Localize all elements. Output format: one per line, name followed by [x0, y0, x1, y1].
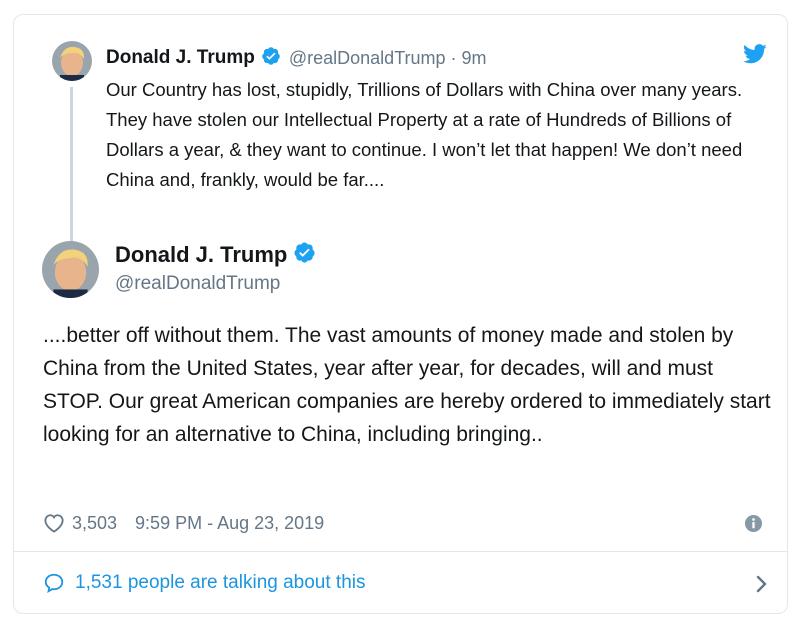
embedded-tweet-card: Donald J. Trump @realDonaldTrump · 9m Ou…	[13, 14, 788, 614]
verified-badge-icon	[261, 46, 281, 71]
twitter-bird-icon[interactable]	[743, 43, 767, 65]
talking-about-text[interactable]: 1,531 people are talking about this	[75, 572, 366, 594]
separator-dot: ·	[450, 47, 457, 68]
main-tweet-header: Donald J. Trump	[115, 241, 316, 269]
info-icon[interactable]	[744, 514, 763, 533]
like-count[interactable]: 3,503	[72, 513, 117, 534]
author-name[interactable]: Donald J. Trump	[106, 47, 255, 69]
speech-bubble-icon	[43, 572, 65, 594]
verified-badge-icon	[293, 241, 316, 269]
tweet-time[interactable]: 9m	[462, 48, 487, 69]
thread-connector-line	[70, 87, 73, 246]
parent-tweet-text: Our Country has lost, stupidly, Trillion…	[106, 79, 743, 190]
avatar[interactable]	[52, 41, 92, 81]
author-handle[interactable]: @realDonaldTrump	[289, 48, 446, 69]
main-tweet-text: ....better off without them. The vast am…	[43, 324, 771, 446]
heart-icon[interactable]	[43, 513, 65, 533]
author-name[interactable]: Donald J. Trump	[115, 242, 287, 268]
avatar[interactable]	[42, 241, 99, 298]
tweet-timestamp[interactable]: 9:59 PM - Aug 23, 2019	[135, 513, 324, 534]
chevron-right-icon[interactable]	[755, 573, 769, 595]
author-handle[interactable]: @realDonaldTrump	[115, 273, 280, 295]
talking-about-link[interactable]: 1,531 people are talking about this	[14, 552, 787, 614]
tweet-meta-row: 3,503 9:59 PM - Aug 23, 2019	[43, 510, 763, 536]
parent-tweet-header: Donald J. Trump @realDonaldTrump · 9m	[106, 43, 487, 73]
